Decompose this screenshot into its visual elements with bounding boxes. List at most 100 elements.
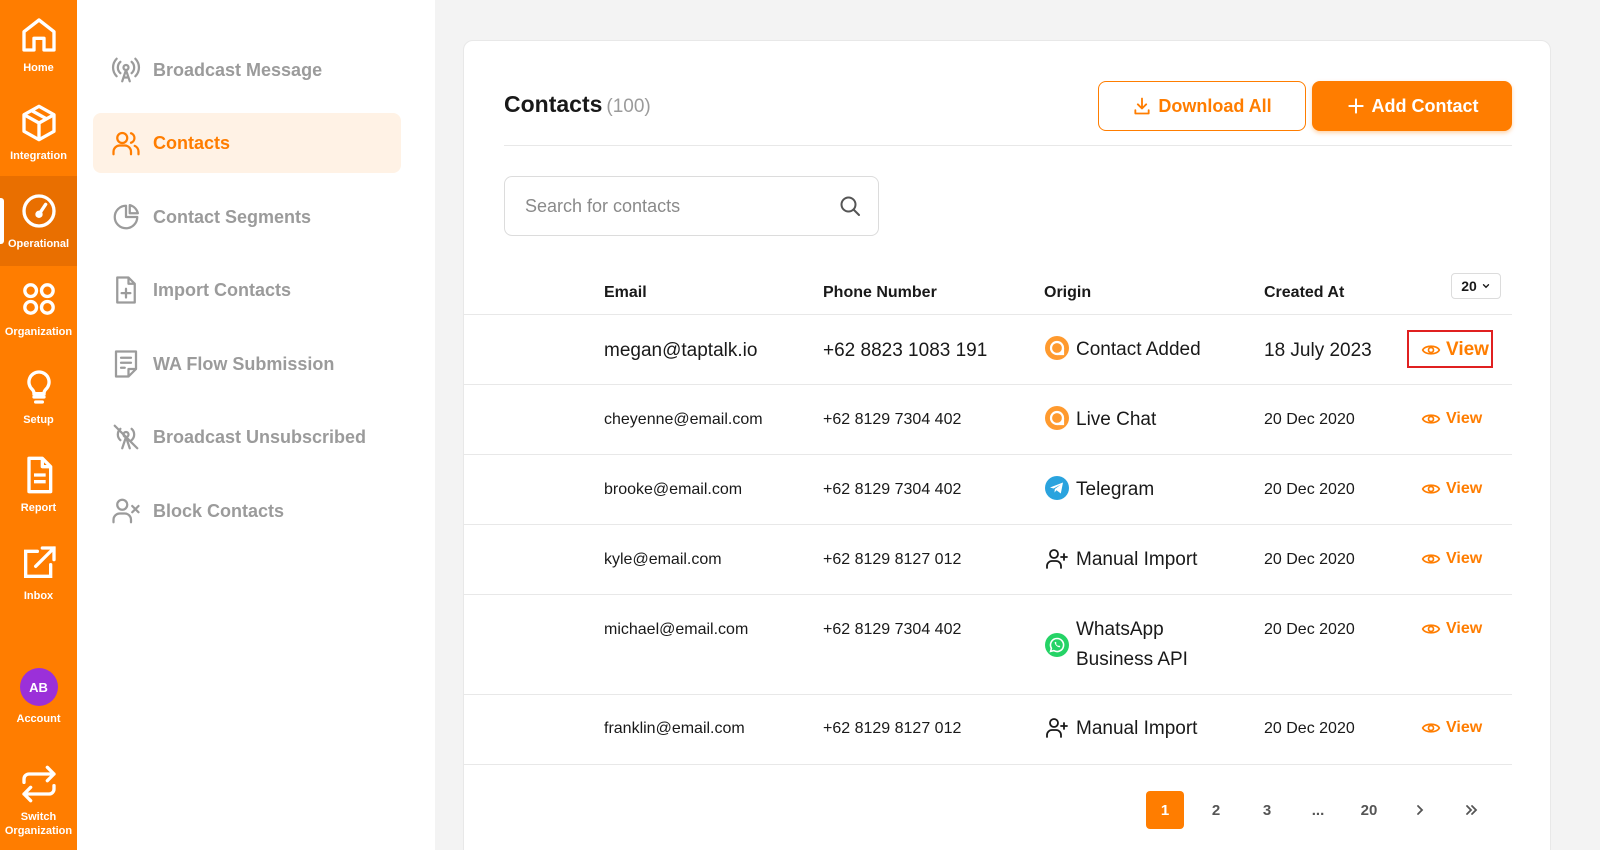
nav-integration[interactable]: Integration (0, 88, 77, 178)
table-row[interactable]: cheyenne@email.com +62 8129 7304 402 Liv… (464, 385, 1512, 455)
nav-account-label: Account (16, 713, 61, 725)
nav-home-label: Home (23, 62, 54, 74)
page-button-2[interactable]: 2 (1197, 791, 1235, 829)
cell-created-at: 20 Dec 2020 (1264, 720, 1355, 737)
origin-text: Contact Added (1076, 339, 1201, 360)
cell-phone: +62 8129 8127 012 (823, 551, 962, 568)
submenu-import-contacts[interactable]: Import Contacts (93, 260, 401, 320)
submenu-label: WA Flow Submission (153, 353, 335, 374)
nav-account[interactable]: AB Account (0, 652, 77, 742)
submenu-broadcast-unsubscribed[interactable]: Broadcast Unsubscribed (93, 407, 401, 467)
table-row[interactable]: brooke@email.com +62 8129 7304 402 Teleg… (464, 455, 1512, 525)
submenu-contact-segments[interactable]: Contact Segments (93, 187, 401, 247)
cell-origin: Contact Added (1044, 335, 1201, 365)
view-contact-button[interactable]: View (1421, 718, 1482, 738)
eye-icon (1421, 624, 1441, 634)
whatsapp-icon (1045, 633, 1069, 657)
table-row[interactable]: michael@email.com +62 8129 7304 402 What… (464, 595, 1512, 695)
lightbulb-icon (26, 370, 51, 404)
download-icon (1134, 97, 1150, 115)
table-row[interactable]: megan@taptalk.io +62 8823 1083 191 Conta… (464, 315, 1512, 385)
nav-setup-label: Setup (23, 414, 54, 426)
organization-icon (22, 283, 55, 315)
table-row[interactable]: kyle@email.com +62 8129 8127 012 Manual … (464, 525, 1512, 595)
submenu-block-contacts[interactable]: Block Contacts (93, 481, 401, 541)
search-input[interactable] (525, 195, 838, 217)
cell-phone: +62 8129 8127 012 (823, 720, 962, 737)
view-contact-button[interactable]: View (1421, 409, 1482, 429)
column-header-created[interactable]: Created At (1264, 284, 1344, 302)
contacts-card: Contacts(100) Download All Add Contact E… (463, 40, 1551, 850)
view-label: View (1446, 480, 1483, 497)
nav-switch-label: Switch Organization (4, 811, 73, 837)
cell-email: brooke@email.com (604, 481, 743, 498)
view-label: View (1446, 410, 1483, 427)
cell-origin: Manual Import (1044, 545, 1197, 575)
user-plus-icon (1046, 549, 1068, 569)
cell-phone: +62 8129 7304 402 (823, 481, 962, 498)
home-icon (21, 18, 56, 52)
plus-icon (1347, 98, 1364, 114)
page-title: Contacts (100) (504, 91, 651, 118)
pie-chart-icon (113, 204, 139, 230)
add-contact-label: Add Contact (1371, 95, 1479, 116)
page-button-20[interactable]: 20 (1350, 791, 1388, 829)
nav-inbox-label: Inbox (23, 590, 54, 602)
cell-phone: +62 8823 1083 191 (823, 340, 988, 361)
nav-integration-label: Integration (10, 150, 67, 162)
cell-email: megan@taptalk.io (604, 340, 758, 361)
nav-report[interactable]: Report (0, 440, 77, 530)
cell-phone: +62 8129 7304 402 (823, 621, 962, 638)
nav-setup[interactable]: Setup (0, 352, 77, 442)
submenu-label: Broadcast Message (153, 59, 323, 80)
column-header-origin[interactable]: Origin (1044, 284, 1091, 302)
page-ellipsis: ... (1311, 801, 1325, 819)
nav-operational[interactable]: Operational (0, 176, 77, 266)
nav-organization[interactable]: Organization (0, 264, 77, 354)
primary-nav-rail: Home Integration Operational Organizatio… (0, 0, 77, 850)
column-header-phone[interactable]: Phone Number (823, 284, 937, 302)
table-row[interactable]: franklin@email.com +62 8129 8127 012 Man… (464, 695, 1512, 765)
cell-email: kyle@email.com (604, 551, 722, 568)
view-label: View (1446, 620, 1483, 637)
header-divider (504, 145, 1512, 146)
nav-organization-label: Organization (4, 326, 73, 338)
view-contact-button[interactable]: View (1421, 619, 1482, 639)
nav-inbox[interactable]: Inbox (0, 528, 77, 618)
next-page-button[interactable] (1401, 791, 1439, 829)
eye-icon (1421, 484, 1441, 494)
nav-home[interactable]: Home (0, 0, 77, 90)
cell-origin: Telegram (1044, 475, 1154, 505)
view-contact-button[interactable]: View (1421, 549, 1482, 569)
origin-text: Telegram (1076, 479, 1155, 500)
page-button-3[interactable]: 3 (1248, 791, 1286, 829)
column-header-email[interactable]: Email (604, 284, 647, 302)
broadcast-icon (112, 57, 140, 83)
livechat-icon (1045, 336, 1069, 360)
origin-text: Manual Import (1076, 549, 1198, 570)
origin-line-2: Business API (1076, 649, 1188, 670)
submenu-contacts[interactable]: Contacts (93, 113, 401, 173)
download-all-button[interactable]: Download All (1098, 81, 1306, 131)
nav-switch-organization[interactable]: Switch Organization (0, 752, 77, 850)
search-icon[interactable] (838, 194, 862, 218)
page-button-1[interactable]: 1 (1146, 791, 1184, 829)
user-x-icon (112, 498, 140, 524)
submenu-label: Block Contacts (153, 500, 285, 521)
cell-email: franklin@email.com (604, 720, 745, 737)
cell-created-at: 20 Dec 2020 (1264, 481, 1355, 498)
download-all-label: Download All (1158, 95, 1272, 116)
origin-line-1: WhatsApp (1076, 619, 1164, 640)
submenu-broadcast-message[interactable]: Broadcast Message (93, 40, 401, 100)
contacts-count: (100) (606, 96, 651, 117)
cell-origin: WhatsApp Business API (1044, 615, 1188, 675)
switch-icon (21, 765, 56, 803)
cube-icon (21, 104, 56, 142)
last-page-button[interactable] (1452, 791, 1490, 829)
rows-per-page-select[interactable]: 20 (1451, 273, 1501, 299)
add-contact-button[interactable]: Add Contact (1312, 81, 1512, 131)
eye-icon (1421, 414, 1441, 424)
view-contact-button[interactable]: View (1421, 479, 1482, 499)
submenu-wa-flow-submission[interactable]: WA Flow Submission (93, 334, 401, 394)
gauge-icon (21, 194, 56, 228)
